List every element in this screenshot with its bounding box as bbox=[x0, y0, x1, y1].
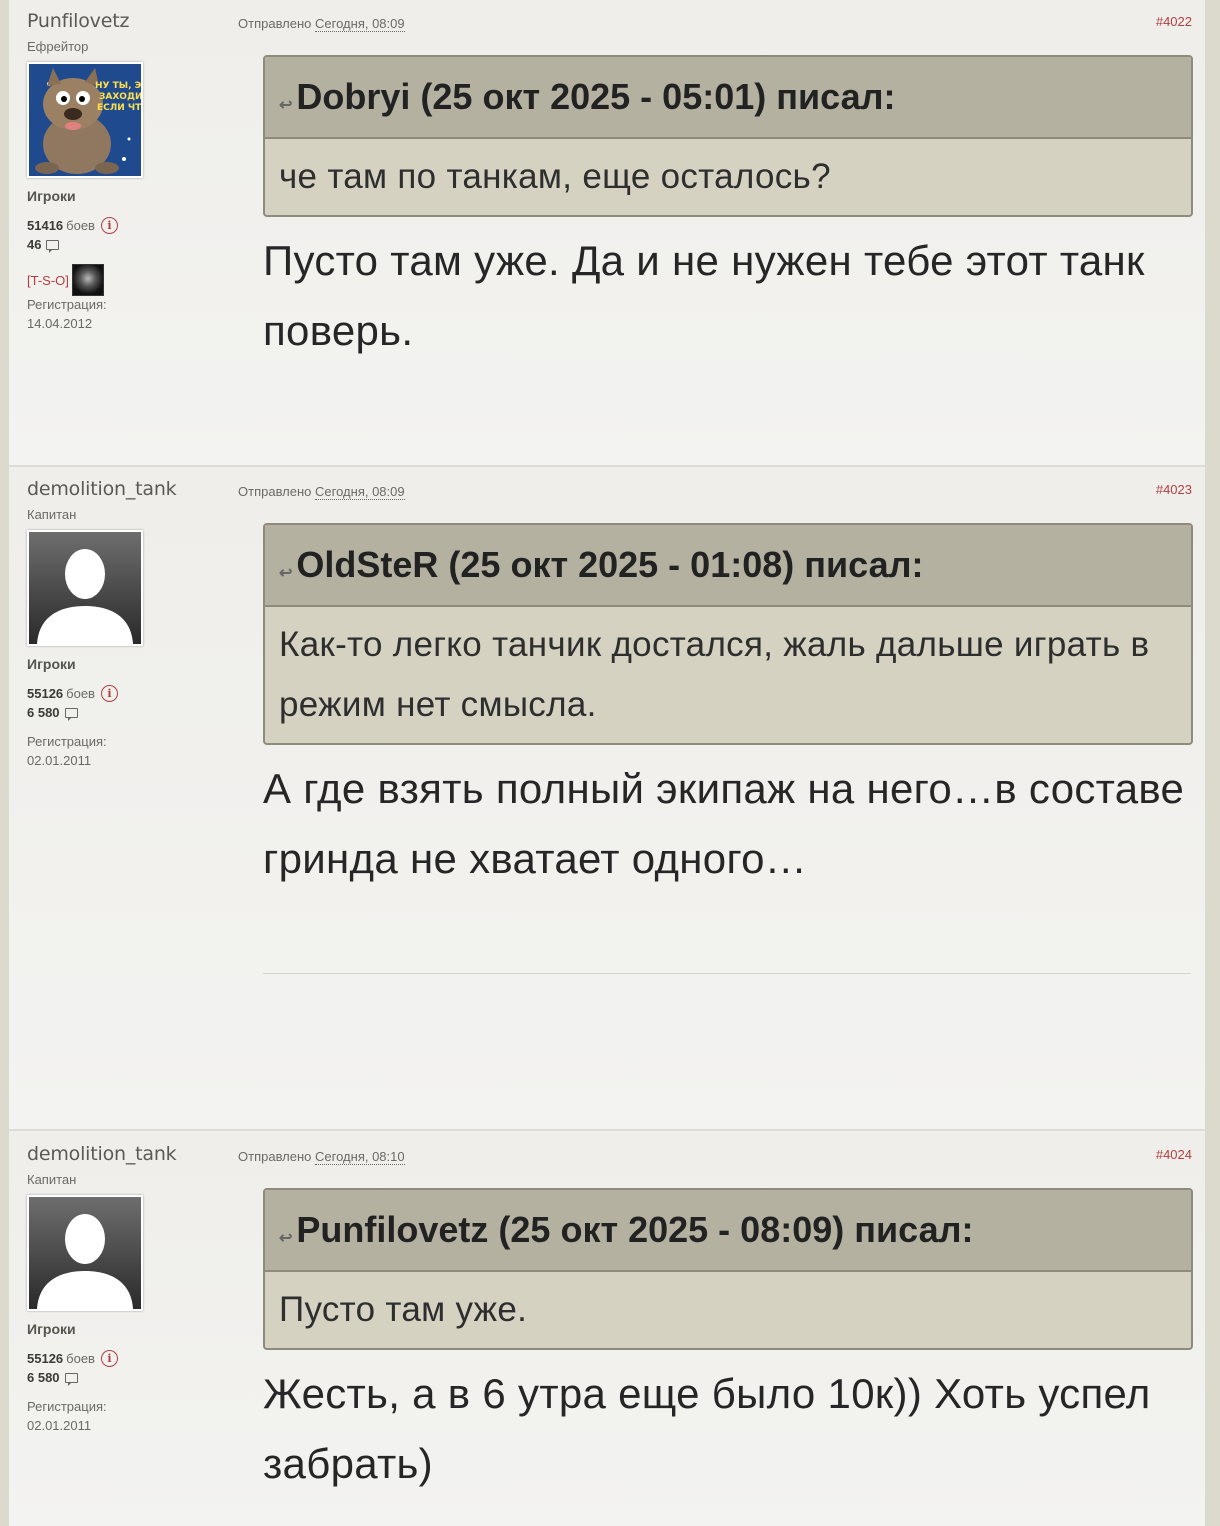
author-username[interactable]: demolition_tank bbox=[27, 1143, 177, 1165]
registration-label: Регистрация: bbox=[27, 734, 107, 749]
post-meta: Отправлено Сегодня, 08:09 bbox=[238, 16, 405, 32]
author-group: Игроки bbox=[27, 656, 76, 672]
quote-author: Punfilovetz (25 окт 2025 - 08:09) писал: bbox=[296, 1209, 974, 1250]
quote-author: Dobryi (25 окт 2025 - 05:01) писал: bbox=[296, 76, 896, 117]
author-avatar[interactable] bbox=[27, 530, 143, 646]
author-battles: 51416 боев i bbox=[27, 217, 118, 234]
author-messages: 6 580 bbox=[27, 1370, 78, 1386]
posted-time: Сегодня, 08:09 bbox=[315, 484, 405, 500]
battles-count: 51416 bbox=[27, 218, 64, 233]
battles-label: боев bbox=[66, 218, 95, 233]
post-number-link[interactable]: #4022 bbox=[1156, 14, 1192, 29]
messages-count: 6 580 bbox=[27, 1370, 60, 1385]
quote-text: Пусто там уже. bbox=[279, 1290, 528, 1329]
registration-date: 02.01.2011 bbox=[27, 753, 92, 768]
battles-label: боев bbox=[66, 1351, 95, 1366]
posted-label: Отправлено bbox=[238, 16, 312, 31]
default-avatar-icon bbox=[29, 532, 141, 644]
quote-arrow-icon[interactable]: ↩ bbox=[279, 563, 292, 583]
quote-author: OldSteR (25 окт 2025 - 01:08) писал: bbox=[296, 544, 924, 585]
post-text: Жесть, а в 6 утра еще было 10к)) Хоть ус… bbox=[263, 1370, 1151, 1487]
quote-block: ↩ Punfilovetz (25 окт 2025 - 08:09) писа… bbox=[263, 1188, 1193, 1350]
author-battles: 55126 боев i bbox=[27, 685, 118, 702]
battles-count: 55126 bbox=[27, 1351, 64, 1366]
author-username[interactable]: demolition_tank bbox=[27, 478, 177, 500]
info-icon[interactable]: i bbox=[100, 217, 118, 234]
post-4022: Punfilovetz Ефрейтор НУ ТЫ, ЭТО ЗАХОДИ, … bbox=[9, 0, 1205, 465]
author-avatar[interactable] bbox=[27, 1195, 143, 1311]
speech-bubble-icon bbox=[64, 1372, 78, 1386]
clan-emblem-icon[interactable] bbox=[71, 264, 104, 296]
registration-label: Регистрация: bbox=[27, 1399, 107, 1414]
author-messages: 6 580 bbox=[27, 705, 78, 721]
post-number-link[interactable]: #4023 bbox=[1156, 482, 1192, 497]
svg-text:ЕСЛИ ЧТО...: ЕСЛИ ЧТО... bbox=[97, 103, 141, 113]
quote-block: ↩ OldSteR (25 окт 2025 - 01:08) писал: К… bbox=[263, 523, 1193, 745]
author-group: Игроки bbox=[27, 1321, 76, 1337]
author-rank: Капитан bbox=[27, 1172, 77, 1187]
svg-text:ЗАХОДИ,: ЗАХОДИ, bbox=[99, 92, 141, 102]
author-messages: 46 bbox=[27, 237, 60, 253]
post-4024: demolition_tank Капитан Игроки 55126 бое… bbox=[9, 1132, 1205, 1526]
messages-count: 6 580 bbox=[27, 705, 60, 720]
quote-arrow-icon[interactable]: ↩ bbox=[279, 1228, 292, 1248]
post-meta: Отправлено Сегодня, 08:10 bbox=[238, 1149, 405, 1165]
post-text: Пусто там уже. Да и не нужен тебе этот т… bbox=[263, 237, 1145, 354]
battles-count: 55126 bbox=[27, 686, 64, 701]
quote-header: ↩ Punfilovetz (25 окт 2025 - 08:09) писа… bbox=[265, 1190, 1191, 1272]
author-rank: Капитан bbox=[27, 507, 77, 522]
default-avatar-icon bbox=[29, 1197, 141, 1309]
quote-header: ↩ OldSteR (25 окт 2025 - 01:08) писал: bbox=[265, 525, 1191, 607]
author-rank: Ефрейтор bbox=[27, 39, 89, 54]
posted-label: Отправлено bbox=[238, 1149, 312, 1164]
speech-bubble-icon bbox=[64, 707, 78, 721]
post-meta: Отправлено Сегодня, 08:09 bbox=[238, 484, 405, 500]
registration-label: Регистрация: bbox=[27, 297, 107, 312]
clan-tag[interactable]: [T-S-O] bbox=[27, 273, 69, 288]
post-4023: demolition_tank Капитан Игроки 55126 бое… bbox=[9, 467, 1205, 1129]
info-icon[interactable]: i bbox=[100, 685, 118, 702]
battles-label: боев bbox=[66, 686, 95, 701]
quote-block: ↩ Dobryi (25 окт 2025 - 05:01) писал: че… bbox=[263, 55, 1193, 217]
quote-arrow-icon[interactable]: ↩ bbox=[279, 95, 292, 115]
posted-label: Отправлено bbox=[238, 484, 312, 499]
quote-header: ↩ Dobryi (25 окт 2025 - 05:01) писал: bbox=[265, 57, 1191, 139]
author-avatar[interactable]: НУ ТЫ, ЭТО ЗАХОДИ, ЕСЛИ ЧТО... bbox=[27, 62, 143, 178]
svg-text:НУ ТЫ, ЭТО: НУ ТЫ, ЭТО bbox=[95, 81, 141, 91]
cat-avatar-image: НУ ТЫ, ЭТО ЗАХОДИ, ЕСЛИ ЧТО... bbox=[29, 64, 141, 176]
author-group: Игроки bbox=[27, 188, 76, 204]
quote-text: Как-то легко танчик достался, жаль дальш… bbox=[279, 625, 1150, 724]
info-icon[interactable]: i bbox=[100, 1350, 118, 1367]
registration-date: 02.01.2011 bbox=[27, 1418, 92, 1433]
author-username[interactable]: Punfilovetz bbox=[27, 10, 129, 32]
post-text: А где взять полный экипаж на него…в сост… bbox=[263, 765, 1185, 882]
author-clan[interactable]: [T-S-O] bbox=[27, 264, 104, 296]
post-divider bbox=[9, 1129, 1205, 1131]
messages-count: 46 bbox=[27, 237, 42, 252]
posted-time: Сегодня, 08:10 bbox=[315, 1149, 405, 1165]
speech-bubble-icon bbox=[46, 239, 60, 253]
posted-time: Сегодня, 08:09 bbox=[315, 16, 405, 32]
post-number-link[interactable]: #4024 bbox=[1156, 1147, 1192, 1162]
signature-divider bbox=[263, 973, 1191, 974]
quote-text: че там по танкам, еще осталось? bbox=[279, 157, 831, 196]
author-battles: 55126 боев i bbox=[27, 1350, 118, 1367]
registration-date: 14.04.2012 bbox=[27, 316, 93, 331]
